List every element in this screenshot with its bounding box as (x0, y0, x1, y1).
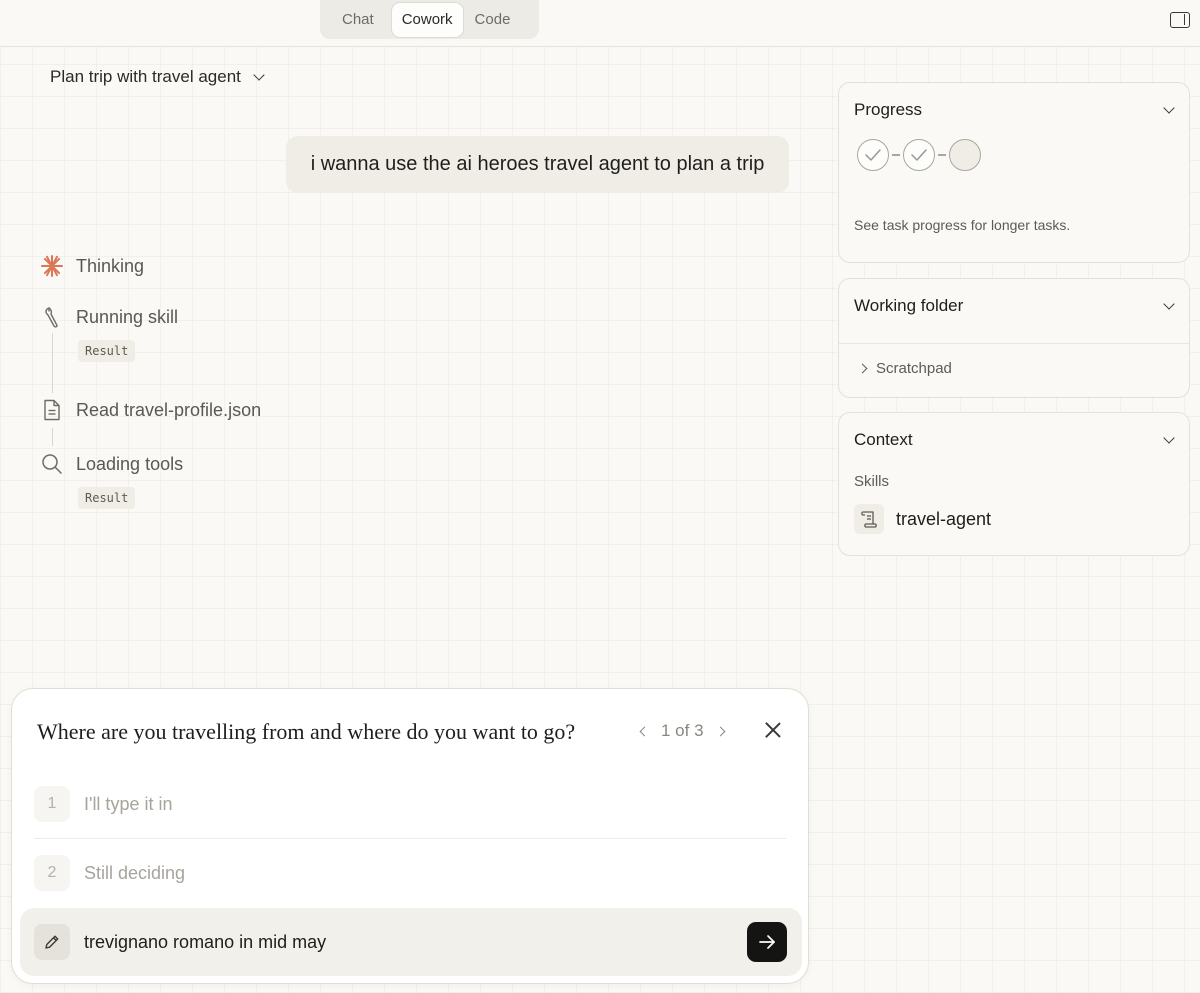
chevron-right-icon[interactable] (715, 726, 725, 736)
step-loading-tools[interactable]: Loading tools (40, 452, 183, 476)
task-title: Plan trip with travel agent (50, 67, 241, 86)
mode-tabs: Chat Cowork Code (320, 0, 539, 39)
panel-title: Progress (854, 100, 923, 119)
step-read-file[interactable]: Read travel-profile.json (40, 398, 261, 422)
working-folder-header[interactable]: Working folder (839, 279, 1189, 333)
chevron-down-icon (1163, 298, 1175, 310)
step-label: Loading tools (76, 453, 184, 474)
option-type-it-in[interactable]: 1 I'll type it in (34, 785, 786, 823)
question-card: Where are you travelling from and where … (11, 688, 809, 984)
document-icon (40, 398, 64, 422)
result-badge[interactable]: Result (78, 487, 136, 509)
progress-note: See task progress for longer tasks. (854, 217, 1071, 233)
context-header[interactable]: Context (839, 413, 1189, 467)
thinking-label: Thinking (76, 255, 145, 276)
skill-item-travel-agent[interactable]: travel-agent (839, 490, 1189, 534)
folder-item-scratchpad[interactable]: Scratchpad (839, 344, 1189, 377)
chevron-down-icon (1163, 102, 1175, 114)
folder-item-label: Scratchpad (876, 360, 952, 377)
top-bar: Chat Cowork Code (0, 0, 1200, 47)
skills-label: Skills (854, 473, 890, 490)
search-icon (40, 452, 64, 476)
pencil-icon[interactable] (34, 924, 70, 960)
skill-label: travel-agent (896, 508, 992, 529)
progress-panel-header[interactable]: Progress (839, 83, 1189, 137)
chevron-down-icon (1163, 432, 1175, 444)
chevron-down-icon (253, 69, 265, 81)
option-number: 2 (34, 855, 70, 891)
question-text: Where are you travelling from and where … (37, 719, 576, 744)
pending-step-icon (949, 139, 981, 171)
tab-code[interactable]: Code (465, 3, 521, 37)
progress-steps (839, 139, 1189, 171)
chevron-right-icon (857, 363, 868, 374)
thinking-status[interactable]: Thinking (40, 254, 144, 278)
progress-panel: Progress See task progress for longer ta… (838, 82, 1190, 263)
step-connector (52, 428, 53, 446)
tab-chat[interactable]: Chat (332, 3, 384, 37)
close-icon[interactable] (763, 720, 783, 740)
tab-cowork[interactable]: Cowork (391, 2, 463, 37)
check-icon (857, 139, 889, 171)
user-message: i wanna use the ai heroes travel agent t… (286, 136, 789, 193)
send-button[interactable] (747, 922, 787, 962)
check-icon (903, 139, 935, 171)
scroll-icon (854, 504, 884, 534)
progress-connector (892, 154, 900, 156)
working-folder-panel: Working folder Scratchpad (838, 278, 1190, 398)
step-label: Running skill (76, 306, 179, 327)
divider (34, 838, 786, 839)
sidebar-toggle-icon[interactable] (1170, 12, 1190, 28)
chevron-left-icon[interactable] (639, 726, 650, 736)
step-connector (52, 333, 53, 393)
option-label: I'll type it in (84, 793, 173, 814)
wrench-icon (40, 305, 64, 329)
sparkle-icon (40, 254, 64, 278)
answer-input[interactable] (84, 930, 724, 954)
panel-title: Context (854, 430, 913, 449)
question-pager: 1 of 3 (639, 721, 725, 741)
result-badge[interactable]: Result (78, 340, 136, 362)
option-number: 1 (34, 786, 70, 822)
step-label: Read travel-profile.json (76, 399, 262, 420)
option-label: Still deciding (84, 862, 186, 883)
context-panel: Context Skills travel-agent (838, 412, 1190, 556)
task-title-dropdown[interactable]: Plan trip with travel agent (50, 66, 265, 88)
step-running-skill[interactable]: Running skill (40, 305, 178, 329)
progress-connector (938, 154, 946, 156)
pager-label: 1 of 3 (661, 721, 704, 740)
panel-title: Working folder (854, 296, 964, 315)
answer-composer (20, 908, 802, 976)
arrow-right-icon (759, 935, 775, 949)
option-still-deciding[interactable]: 2 Still deciding (34, 854, 786, 892)
